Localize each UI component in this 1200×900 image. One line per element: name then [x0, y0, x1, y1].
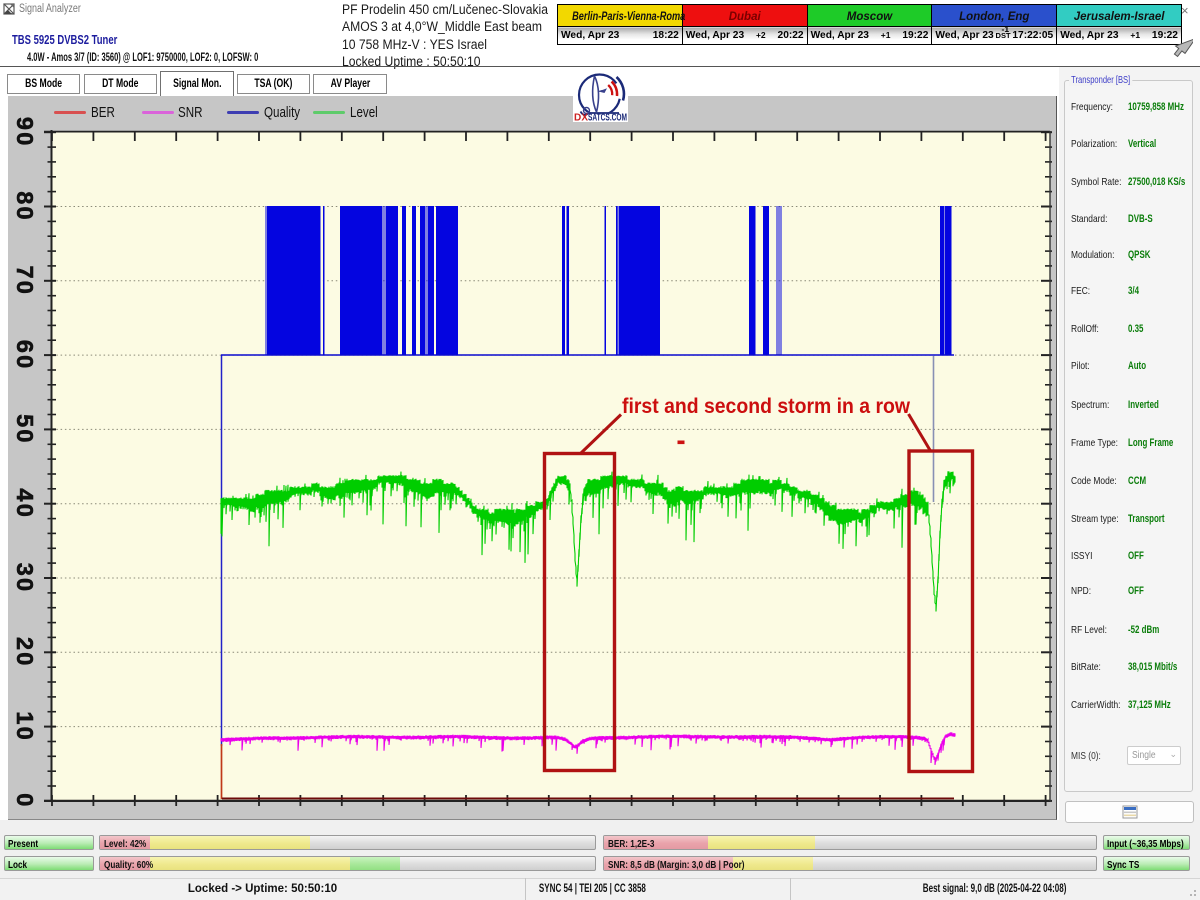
svg-text:0: 0	[12, 793, 38, 808]
svg-text:70: 70	[12, 266, 38, 297]
svg-text:30: 30	[12, 563, 38, 594]
svg-text:SATCS.COM: SATCS.COM	[588, 113, 627, 123]
svg-text:80: 80	[12, 191, 38, 222]
svg-text:40: 40	[12, 488, 38, 519]
svg-text:60: 60	[12, 340, 38, 371]
svg-text:20: 20	[12, 637, 38, 668]
svg-text:DX: DX	[574, 113, 588, 123]
svg-text:90: 90	[12, 117, 38, 148]
svg-text:first and second storm in a ro: first and second storm in a row	[622, 394, 910, 418]
svg-text:50: 50	[12, 414, 38, 445]
svg-text:10: 10	[12, 711, 38, 742]
